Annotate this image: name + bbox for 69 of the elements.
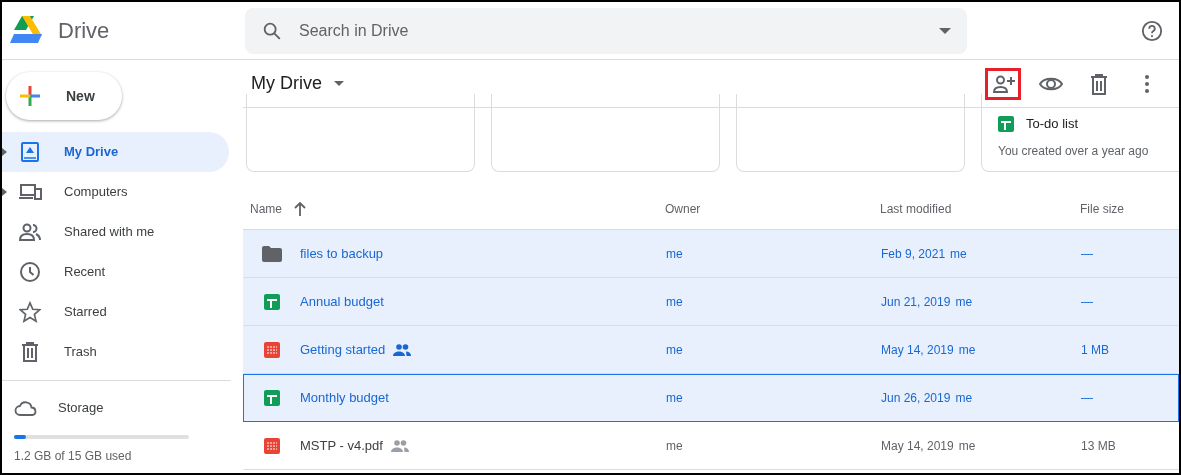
modified-by: me xyxy=(950,246,967,263)
file-name: MSTP - v4.pdf xyxy=(300,437,383,456)
owner-cell: me xyxy=(666,247,683,261)
file-name: Annual budget xyxy=(300,293,384,312)
storage-label[interactable]: Storage xyxy=(58,398,104,418)
expand-arrow-icon[interactable] xyxy=(2,148,7,156)
spreadsheet-icon xyxy=(264,390,280,406)
plus-icon xyxy=(18,84,42,108)
spreadsheet-icon xyxy=(998,115,1014,132)
modified-by: me xyxy=(958,438,976,455)
modified-by: me xyxy=(955,294,973,311)
modified-date: Jun 21, 2019 xyxy=(881,294,951,311)
file-name: files to backup xyxy=(300,245,384,264)
file-row[interactable]: Annual budget me Jun 21, 2019 me — xyxy=(243,278,1179,326)
clock-icon xyxy=(19,261,41,283)
card-subtitle: You created over a year ago xyxy=(998,142,1150,160)
card-title: To-do list xyxy=(1026,115,1079,133)
modified-date: Jun 26, 2019 xyxy=(881,390,951,407)
file-size: 1 MB xyxy=(1081,343,1109,357)
modified-by: me xyxy=(958,342,976,359)
file-row[interactable]: Monthly budget me Jun 26, 2019 me — xyxy=(243,374,1179,422)
sort-up-arrow-icon[interactable] xyxy=(294,201,306,216)
file-name: Monthly budget xyxy=(300,389,389,408)
owner-cell: me xyxy=(666,439,683,453)
owner-cell: me xyxy=(666,391,683,405)
search-field[interactable]: Search in Drive xyxy=(245,7,967,54)
sidebar-item[interactable]: Computers xyxy=(2,172,229,212)
expand-arrow-icon[interactable] xyxy=(2,188,7,196)
column-header[interactable]: Last modified xyxy=(880,199,952,218)
sidebar-item[interactable]: Shared with me xyxy=(2,212,229,252)
file-size: — xyxy=(1081,247,1093,261)
file-size: 13 MB xyxy=(1081,439,1116,453)
modified-date: Feb 9, 2021 xyxy=(881,246,946,263)
file-size: — xyxy=(1081,391,1093,405)
computer-icon xyxy=(18,183,42,201)
spreadsheet-icon xyxy=(264,294,280,310)
column-header[interactable]: File size xyxy=(1080,199,1124,218)
sidebar-item[interactable]: Starred xyxy=(2,292,229,332)
quick-access-card[interactable]: To-do list You created over a year ago xyxy=(981,94,1179,172)
file-row[interactable]: Getting started me May 14, 2019 me 1 MB xyxy=(243,326,1179,374)
modified-by: me xyxy=(955,390,973,407)
modified-date: May 14, 2019 xyxy=(881,342,954,359)
app-name: Drive xyxy=(58,17,110,45)
share-button[interactable] xyxy=(985,67,1021,100)
folder-icon xyxy=(262,246,282,262)
more-icon xyxy=(1144,73,1150,94)
help-icon[interactable] xyxy=(1141,19,1163,42)
storage-usage: 1.2 GB of 15 GB used xyxy=(14,448,133,465)
cloud-icon xyxy=(14,399,38,417)
drive-icon xyxy=(20,142,40,162)
new-button[interactable]: New xyxy=(6,72,122,120)
column-header[interactable]: Name xyxy=(250,199,282,218)
location-dropdown[interactable]: My Drive xyxy=(251,70,344,97)
file-size: — xyxy=(1081,295,1093,309)
trash-icon xyxy=(21,342,39,362)
search-input: Search in Drive xyxy=(299,18,923,43)
caret-icon xyxy=(334,81,344,86)
column-header[interactable]: Owner xyxy=(665,199,701,218)
owner-cell: me xyxy=(666,295,683,309)
sidebar-item[interactable]: Recent xyxy=(2,252,229,292)
star-icon xyxy=(19,301,41,323)
modified-date: May 14, 2019 xyxy=(881,438,954,455)
owner-cell: me xyxy=(666,343,683,357)
dropdown-caret-icon[interactable] xyxy=(939,27,951,34)
file-name: Getting started xyxy=(300,341,386,360)
file-row[interactable]: files to backup me Feb 9, 2021 me — xyxy=(243,230,1179,278)
sidebar-item[interactable]: Trash xyxy=(2,332,229,372)
sidebar-item[interactable]: My Drive xyxy=(2,132,229,172)
people-icon xyxy=(18,222,42,242)
